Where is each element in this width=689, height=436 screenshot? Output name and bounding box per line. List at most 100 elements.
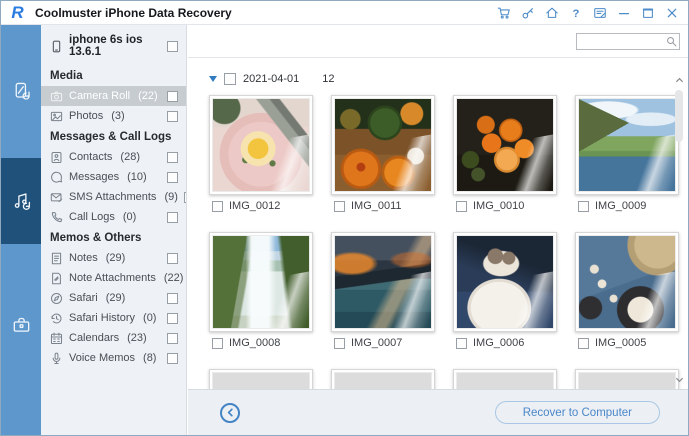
photo-image-cat [457, 236, 553, 328]
back-button[interactable] [220, 403, 240, 423]
sidebar-item-count: (0) [143, 312, 156, 324]
sidebar-item-camera-roll[interactable]: Camera Roll(22) [41, 86, 186, 106]
photo-label: IMG_0006 [473, 337, 524, 349]
sidebar-item-checkbox[interactable] [167, 353, 178, 364]
sidebar-item-notes[interactable]: Notes(29) [41, 248, 186, 268]
close-icon[interactable] [664, 5, 679, 20]
sidebar-item-call-logs[interactable]: Call Logs(0) [41, 207, 186, 227]
sidebar-item-contacts[interactable]: Contacts(28) [41, 147, 186, 167]
sidebar-item-checkbox[interactable] [184, 192, 187, 203]
photo-thumbnail[interactable] [209, 369, 313, 389]
photo-cell: IMG_0008 [209, 232, 315, 349]
mail-icon [50, 191, 63, 204]
rail-item-phone-recovery[interactable] [1, 71, 41, 111]
sidebar-item-checkbox[interactable] [167, 111, 178, 122]
photo-grid: IMG_0012IMG_0011IMG_0010IMG_0009IMG_0008… [209, 95, 681, 389]
photo-checkbox[interactable] [212, 201, 223, 212]
photo-cell: IMG_0005 [575, 232, 681, 349]
date-group-count: 12 [322, 73, 334, 85]
sidebar-item-checkbox[interactable] [167, 91, 178, 102]
device-checkbox[interactable] [167, 41, 178, 52]
search-input[interactable] [579, 35, 666, 47]
help-icon[interactable]: ? [568, 5, 583, 20]
sidebar-item-label: Calendars [69, 332, 119, 344]
sidebar-item-checkbox[interactable] [167, 172, 178, 183]
photo-label: IMG_0007 [351, 337, 402, 349]
sidebar-item-count: (29) [106, 252, 126, 264]
minimize-icon[interactable] [616, 5, 631, 20]
photo-image-mountain [579, 99, 675, 191]
photo-thumbnail[interactable] [209, 232, 313, 332]
sidebar-item-count: (9) [164, 191, 177, 203]
sidebar-item-label: Call Logs [69, 211, 115, 223]
register-key-icon[interactable] [520, 5, 535, 20]
sidebar-item-count: (22) [164, 272, 184, 284]
sidebar-item-note-attachments[interactable]: Note Attachments(22) [41, 268, 186, 288]
photo-label: IMG_0010 [473, 200, 524, 212]
photo-thumbnail[interactable] [575, 369, 679, 389]
photo-thumbnail[interactable] [575, 95, 679, 195]
photo-checkbox[interactable] [456, 338, 467, 349]
sidebar-item-sms-attachments[interactable]: SMS Attachments(9) [41, 187, 186, 207]
photo-checkbox[interactable] [456, 201, 467, 212]
note-icon [50, 252, 63, 265]
sidebar-item-checkbox[interactable] [167, 152, 178, 163]
photo-cell: IMG_0012 [209, 95, 315, 212]
photo-image-loading [335, 373, 431, 389]
photo-thumbnail[interactable] [453, 232, 557, 332]
sidebar-item-voice-memos[interactable]: Voice Memos(8) [41, 348, 186, 368]
sidebar-item-photos[interactable]: Photos(3) [41, 106, 186, 126]
sidebar-item-checkbox[interactable] [167, 212, 178, 223]
sidebar-item-label: Messages [69, 171, 119, 183]
photo-thumbnail[interactable] [453, 369, 557, 389]
photo-cell-partial [209, 369, 315, 389]
sidebar-device-row[interactable]: iphone 6s ios 13.6.1 [41, 25, 186, 65]
recover-button[interactable]: Recover to Computer [495, 401, 660, 424]
collapse-triangle-icon[interactable] [209, 76, 217, 82]
photo-label-row: IMG_0005 [575, 337, 681, 349]
scrollbar-thumb[interactable] [675, 90, 683, 142]
device-name: iphone 6s ios 13.6.1 [69, 34, 161, 58]
sidebar-item-checkbox[interactable] [167, 313, 178, 324]
photo-thumbnail[interactable] [575, 232, 679, 332]
history-icon [50, 312, 63, 325]
maximize-icon[interactable] [640, 5, 655, 20]
photo-checkbox[interactable] [334, 338, 345, 349]
sidebar-item-messages[interactable]: Messages(10) [41, 167, 186, 187]
photo-thumbnail[interactable] [209, 95, 313, 195]
rail-item-toolbox[interactable] [1, 305, 41, 345]
sidebar-item-checkbox[interactable] [167, 253, 178, 264]
photo-cell-partial [331, 369, 437, 389]
photo-checkbox[interactable] [212, 338, 223, 349]
photo-label-row: IMG_0007 [331, 337, 437, 349]
photo-thumbnail[interactable] [331, 369, 435, 389]
store-cart-icon[interactable] [496, 5, 511, 20]
scroll-down-icon[interactable] [673, 373, 685, 385]
sidebar-item-checkbox[interactable] [167, 293, 178, 304]
sidebar-item-safari-history[interactable]: Safari History (0) [41, 308, 186, 328]
home-icon[interactable] [544, 5, 559, 20]
sidebar-item-safari[interactable]: Safari(29) [41, 288, 186, 308]
date-group-label: 2021-04-01 [243, 73, 299, 85]
photo-image-waterfall [213, 236, 309, 328]
mic-icon [50, 352, 63, 365]
scroll-up-icon[interactable] [673, 74, 685, 86]
photo-thumbnail[interactable] [331, 95, 435, 195]
svg-text:?: ? [572, 8, 579, 20]
photo-checkbox[interactable] [578, 338, 589, 349]
date-group-checkbox[interactable] [224, 73, 236, 85]
date-group-row: 2021-04-01 12 [188, 58, 688, 89]
rail-item-media-recovery[interactable] [1, 158, 41, 244]
photo-thumbnail[interactable] [331, 232, 435, 332]
sidebar-item-calendars[interactable]: Calendars(23) [41, 328, 186, 348]
feedback-icon[interactable] [592, 5, 607, 20]
sidebar-item-label: Safari History [69, 312, 135, 324]
sidebar-item-checkbox[interactable] [167, 333, 178, 344]
photo-checkbox[interactable] [334, 201, 345, 212]
app-title: Coolmuster iPhone Data Recovery [35, 6, 232, 20]
photo-cell: IMG_0007 [331, 232, 437, 349]
search-icon[interactable] [666, 36, 677, 47]
photo-thumbnail[interactable] [453, 95, 557, 195]
photo-checkbox[interactable] [578, 201, 589, 212]
contact-icon [50, 151, 63, 164]
